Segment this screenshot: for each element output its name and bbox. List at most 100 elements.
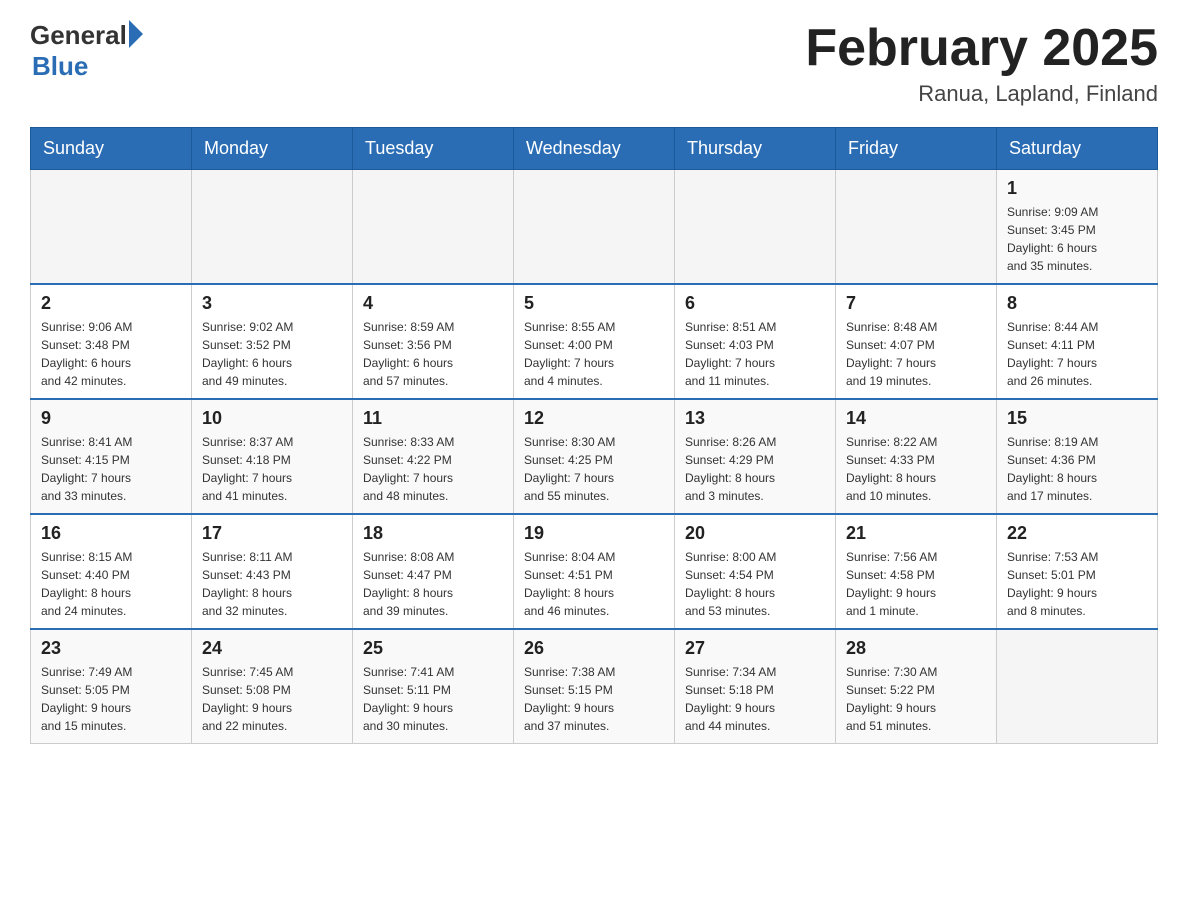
column-header-tuesday: Tuesday bbox=[353, 128, 514, 170]
calendar-cell bbox=[997, 629, 1158, 744]
day-number: 12 bbox=[524, 408, 664, 429]
day-number: 20 bbox=[685, 523, 825, 544]
calendar-cell: 7 Sunrise: 8:48 AM Sunset: 4:07 PM Daylig… bbox=[836, 284, 997, 399]
day-info: Sunrise: 8:48 AM Sunset: 4:07 PM Dayligh… bbox=[846, 318, 986, 390]
day-info: Sunrise: 7:38 AM Sunset: 5:15 PM Dayligh… bbox=[524, 663, 664, 735]
day-number: 23 bbox=[41, 638, 181, 659]
calendar-subtitle: Ranua, Lapland, Finland bbox=[805, 81, 1158, 107]
calendar-cell: 27Sunrise: 7:34 AM Sunset: 5:18 PM Dayli… bbox=[675, 629, 836, 744]
day-number: 10 bbox=[202, 408, 342, 429]
calendar-cell: 13Sunrise: 8:26 AM Sunset: 4:29 PM Dayli… bbox=[675, 399, 836, 514]
calendar-title-area: February 2025 Ranua, Lapland, Finland bbox=[805, 20, 1158, 107]
day-info: Sunrise: 8:41 AM Sunset: 4:15 PM Dayligh… bbox=[41, 433, 181, 505]
calendar-header-row: SundayMondayTuesdayWednesdayThursdayFrid… bbox=[31, 128, 1158, 170]
day-number: 6 bbox=[685, 293, 825, 314]
logo-arrow-icon bbox=[129, 20, 143, 48]
day-info: Sunrise: 7:30 AM Sunset: 5:22 PM Dayligh… bbox=[846, 663, 986, 735]
day-info: Sunrise: 8:44 AM Sunset: 4:11 PM Dayligh… bbox=[1007, 318, 1147, 390]
calendar-cell: 22 Sunrise: 7:53 AM Sunset: 5:01 PM Dayli… bbox=[997, 514, 1158, 629]
day-info: Sunrise: 9:02 AM Sunset: 3:52 PM Dayligh… bbox=[202, 318, 342, 390]
calendar-cell: 24 Sunrise: 7:45 AM Sunset: 5:08 PM Dayli… bbox=[192, 629, 353, 744]
column-header-saturday: Saturday bbox=[997, 128, 1158, 170]
day-info: Sunrise: 8:00 AM Sunset: 4:54 PM Dayligh… bbox=[685, 548, 825, 620]
day-number: 26 bbox=[524, 638, 664, 659]
day-number: 3 bbox=[202, 293, 342, 314]
calendar-cell: 28 Sunrise: 7:30 AM Sunset: 5:22 PM Dayli… bbox=[836, 629, 997, 744]
day-number: 19 bbox=[524, 523, 664, 544]
day-info: Sunrise: 7:49 AM Sunset: 5:05 PM Dayligh… bbox=[41, 663, 181, 735]
page-header: General Blue February 2025 Ranua, Laplan… bbox=[30, 20, 1158, 107]
column-header-thursday: Thursday bbox=[675, 128, 836, 170]
calendar-cell: 17 Sunrise: 8:11 AM Sunset: 4:43 PM Dayli… bbox=[192, 514, 353, 629]
day-info: Sunrise: 8:51 AM Sunset: 4:03 PM Dayligh… bbox=[685, 318, 825, 390]
calendar-cell bbox=[675, 170, 836, 285]
day-info: Sunrise: 8:04 AM Sunset: 4:51 PM Dayligh… bbox=[524, 548, 664, 620]
day-number: 1 bbox=[1007, 178, 1147, 199]
day-info: Sunrise: 8:11 AM Sunset: 4:43 PM Dayligh… bbox=[202, 548, 342, 620]
calendar-cell: 10 Sunrise: 8:37 AM Sunset: 4:18 PM Dayli… bbox=[192, 399, 353, 514]
calendar-cell: 21Sunrise: 7:56 AM Sunset: 4:58 PM Dayli… bbox=[836, 514, 997, 629]
day-number: 11 bbox=[363, 408, 503, 429]
column-header-sunday: Sunday bbox=[31, 128, 192, 170]
day-number: 22 bbox=[1007, 523, 1147, 544]
day-number: 8 bbox=[1007, 293, 1147, 314]
calendar-cell: 15 Sunrise: 8:19 AM Sunset: 4:36 PM Dayli… bbox=[997, 399, 1158, 514]
calendar-cell: 23 Sunrise: 7:49 AM Sunset: 5:05 PM Dayli… bbox=[31, 629, 192, 744]
calendar-cell: 11Sunrise: 8:33 AM Sunset: 4:22 PM Dayli… bbox=[353, 399, 514, 514]
day-info: Sunrise: 8:26 AM Sunset: 4:29 PM Dayligh… bbox=[685, 433, 825, 505]
calendar-cell bbox=[836, 170, 997, 285]
day-info: Sunrise: 9:06 AM Sunset: 3:48 PM Dayligh… bbox=[41, 318, 181, 390]
day-number: 9 bbox=[41, 408, 181, 429]
day-info: Sunrise: 8:15 AM Sunset: 4:40 PM Dayligh… bbox=[41, 548, 181, 620]
day-number: 15 bbox=[1007, 408, 1147, 429]
calendar-cell: 20 Sunrise: 8:00 AM Sunset: 4:54 PM Dayli… bbox=[675, 514, 836, 629]
calendar-week-row: 23 Sunrise: 7:49 AM Sunset: 5:05 PM Dayli… bbox=[31, 629, 1158, 744]
column-header-monday: Monday bbox=[192, 128, 353, 170]
calendar-cell: 4 Sunrise: 8:59 AM Sunset: 3:56 PM Daylig… bbox=[353, 284, 514, 399]
day-number: 4 bbox=[363, 293, 503, 314]
day-number: 17 bbox=[202, 523, 342, 544]
day-info: Sunrise: 8:30 AM Sunset: 4:25 PM Dayligh… bbox=[524, 433, 664, 505]
day-info: Sunrise: 8:08 AM Sunset: 4:47 PM Dayligh… bbox=[363, 548, 503, 620]
day-info: Sunrise: 8:37 AM Sunset: 4:18 PM Dayligh… bbox=[202, 433, 342, 505]
calendar-cell: 25 Sunrise: 7:41 AM Sunset: 5:11 PM Dayli… bbox=[353, 629, 514, 744]
logo: General Blue bbox=[30, 20, 143, 82]
calendar-cell bbox=[514, 170, 675, 285]
day-info: Sunrise: 7:56 AM Sunset: 4:58 PM Dayligh… bbox=[846, 548, 986, 620]
calendar-cell bbox=[192, 170, 353, 285]
day-info: Sunrise: 8:22 AM Sunset: 4:33 PM Dayligh… bbox=[846, 433, 986, 505]
day-number: 14 bbox=[846, 408, 986, 429]
calendar-week-row: 2Sunrise: 9:06 AM Sunset: 3:48 PM Daylig… bbox=[31, 284, 1158, 399]
calendar-title: February 2025 bbox=[805, 20, 1158, 77]
calendar-cell: 8 Sunrise: 8:44 AM Sunset: 4:11 PM Daylig… bbox=[997, 284, 1158, 399]
calendar-cell: 5 Sunrise: 8:55 AM Sunset: 4:00 PM Daylig… bbox=[514, 284, 675, 399]
calendar-cell: 6 Sunrise: 8:51 AM Sunset: 4:03 PM Daylig… bbox=[675, 284, 836, 399]
day-number: 5 bbox=[524, 293, 664, 314]
day-info: Sunrise: 9:09 AM Sunset: 3:45 PM Dayligh… bbox=[1007, 203, 1147, 275]
logo-general-text: General bbox=[30, 20, 127, 51]
logo-blue-text: Blue bbox=[32, 51, 143, 82]
day-info: Sunrise: 8:59 AM Sunset: 3:56 PM Dayligh… bbox=[363, 318, 503, 390]
calendar-table: SundayMondayTuesdayWednesdayThursdayFrid… bbox=[30, 127, 1158, 744]
calendar-week-row: 16Sunrise: 8:15 AM Sunset: 4:40 PM Dayli… bbox=[31, 514, 1158, 629]
day-number: 28 bbox=[846, 638, 986, 659]
calendar-week-row: 9 Sunrise: 8:41 AM Sunset: 4:15 PM Daylig… bbox=[31, 399, 1158, 514]
day-info: Sunrise: 7:45 AM Sunset: 5:08 PM Dayligh… bbox=[202, 663, 342, 735]
calendar-cell: 12 Sunrise: 8:30 AM Sunset: 4:25 PM Dayli… bbox=[514, 399, 675, 514]
day-number: 25 bbox=[363, 638, 503, 659]
day-info: Sunrise: 7:53 AM Sunset: 5:01 PM Dayligh… bbox=[1007, 548, 1147, 620]
day-number: 27 bbox=[685, 638, 825, 659]
calendar-cell: 19 Sunrise: 8:04 AM Sunset: 4:51 PM Dayli… bbox=[514, 514, 675, 629]
day-number: 24 bbox=[202, 638, 342, 659]
day-number: 18 bbox=[363, 523, 503, 544]
day-info: Sunrise: 7:41 AM Sunset: 5:11 PM Dayligh… bbox=[363, 663, 503, 735]
calendar-cell: 1 Sunrise: 9:09 AM Sunset: 3:45 PM Daylig… bbox=[997, 170, 1158, 285]
calendar-cell: 16Sunrise: 8:15 AM Sunset: 4:40 PM Dayli… bbox=[31, 514, 192, 629]
day-number: 7 bbox=[846, 293, 986, 314]
calendar-cell: 2Sunrise: 9:06 AM Sunset: 3:48 PM Daylig… bbox=[31, 284, 192, 399]
column-header-wednesday: Wednesday bbox=[514, 128, 675, 170]
column-header-friday: Friday bbox=[836, 128, 997, 170]
day-info: Sunrise: 8:19 AM Sunset: 4:36 PM Dayligh… bbox=[1007, 433, 1147, 505]
day-info: Sunrise: 8:55 AM Sunset: 4:00 PM Dayligh… bbox=[524, 318, 664, 390]
calendar-week-row: 1 Sunrise: 9:09 AM Sunset: 3:45 PM Daylig… bbox=[31, 170, 1158, 285]
